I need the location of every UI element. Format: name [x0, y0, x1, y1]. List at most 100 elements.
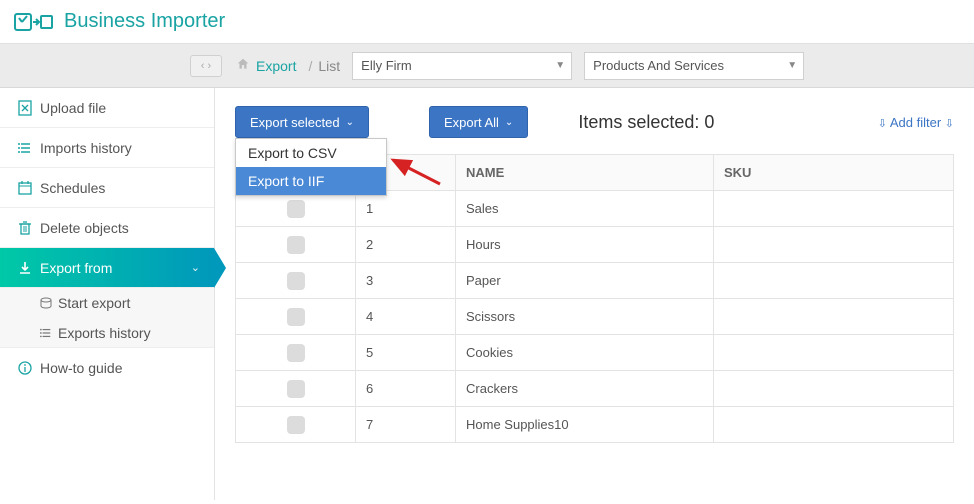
breadcrumb-export[interactable]: Export	[256, 58, 296, 74]
header-sku-cell[interactable]: SKU	[714, 155, 954, 191]
row-checkbox-cell	[236, 299, 356, 335]
sidebar-item-label: Exports history	[58, 325, 151, 341]
dropdown-item-label: Export to IIF	[248, 173, 324, 189]
row-index-cell: 2	[356, 227, 456, 263]
caret-down-icon: ⌄	[505, 117, 513, 128]
row-checkbox-cell	[236, 227, 356, 263]
row-name-cell: Crackers	[456, 371, 714, 407]
table-row[interactable]: 5Cookies	[236, 335, 954, 371]
row-name-cell: Sales	[456, 191, 714, 227]
caret-down-icon: ▼	[555, 60, 565, 71]
row-checkbox[interactable]	[287, 272, 305, 290]
add-filter-link[interactable]: ⇩ Add filter ⇩	[878, 115, 954, 130]
home-icon[interactable]	[236, 57, 250, 74]
row-checkbox[interactable]	[287, 200, 305, 218]
row-name-cell: Hours	[456, 227, 714, 263]
file-excel-icon	[14, 100, 36, 116]
type-select-value: Products And Services	[593, 58, 724, 73]
row-checkbox-cell	[236, 407, 356, 443]
row-name-cell: Cookies	[456, 335, 714, 371]
row-sku-cell	[714, 191, 954, 227]
row-checkbox-cell	[236, 335, 356, 371]
dropdown-item-csv[interactable]: Export to CSV	[236, 139, 386, 167]
history-nav-buttons[interactable]: ‹ ›	[190, 55, 222, 77]
button-label: Export selected	[250, 115, 340, 130]
chevron-down-icon: ⌄	[191, 261, 200, 274]
brand-header: Business Importer	[0, 0, 974, 44]
company-select-value: Elly Firm	[361, 58, 412, 73]
trash-icon	[14, 221, 36, 235]
list-icon	[14, 141, 36, 155]
sidebar-item-label: Upload file	[40, 100, 106, 116]
row-checkbox[interactable]	[287, 344, 305, 362]
sidebar-item-schedules[interactable]: Schedules	[0, 168, 214, 208]
row-checkbox[interactable]	[287, 416, 305, 434]
sidebar-subitem-exports-history[interactable]: Exports history	[0, 318, 214, 348]
sidebar-item-howto[interactable]: How-to guide	[0, 348, 214, 388]
top-toolbar: ‹ › Export / List Elly Firm ▼ Products A…	[0, 44, 974, 88]
layout: Upload file Imports history Schedules De…	[0, 88, 974, 500]
sidebar-item-label: Delete objects	[40, 220, 129, 236]
brand-logo	[14, 11, 54, 33]
row-sku-cell	[714, 227, 954, 263]
sidebar: Upload file Imports history Schedules De…	[0, 88, 215, 500]
table-row[interactable]: 2Hours	[236, 227, 954, 263]
export-selected-dropdown: Export to CSV Export to IIF	[235, 138, 387, 196]
breadcrumb-list: List	[318, 58, 340, 74]
row-index-cell: 4	[356, 299, 456, 335]
table-row[interactable]: 6Crackers	[236, 371, 954, 407]
row-name-cell: Paper	[456, 263, 714, 299]
caret-down-icon: ▼	[787, 60, 797, 71]
row-index-cell: 3	[356, 263, 456, 299]
items-selected-indicator: Items selected: 0	[578, 112, 714, 133]
list-icon	[40, 327, 58, 339]
sidebar-item-upload[interactable]: Upload file	[0, 88, 214, 128]
row-sku-cell	[714, 335, 954, 371]
type-select[interactable]: Products And Services ▼	[584, 52, 804, 80]
caret-down-icon: ⌄	[346, 117, 354, 128]
header-name-cell[interactable]: NAME	[456, 155, 714, 191]
sidebar-item-label: Start export	[58, 295, 130, 311]
row-checkbox[interactable]	[287, 308, 305, 326]
dropdown-item-iif[interactable]: Export to IIF	[236, 167, 386, 195]
row-name-cell: Scissors	[456, 299, 714, 335]
row-sku-cell	[714, 263, 954, 299]
row-index-cell: 7	[356, 407, 456, 443]
main-content: Export selected ⌄ Export to CSV Export t…	[215, 88, 974, 500]
row-index-cell: 6	[356, 371, 456, 407]
row-index-cell: 5	[356, 335, 456, 371]
row-name-cell: Home Supplies10	[456, 407, 714, 443]
toolbar: Export selected ⌄ Export to CSV Export t…	[235, 106, 954, 138]
row-checkbox-cell	[236, 263, 356, 299]
items-selected-count: 0	[704, 112, 714, 132]
row-sku-cell	[714, 407, 954, 443]
sidebar-subitem-start-export[interactable]: Start export	[0, 288, 214, 318]
row-checkbox-cell	[236, 371, 356, 407]
sidebar-item-export-from[interactable]: Export from ⌄	[0, 248, 214, 288]
calendar-icon	[14, 181, 36, 195]
items-selected-label: Items selected:	[578, 112, 699, 132]
download-icon	[14, 261, 36, 275]
sidebar-item-label: Imports history	[40, 140, 132, 156]
sidebar-item-label: How-to guide	[40, 360, 123, 376]
row-checkbox[interactable]	[287, 380, 305, 398]
table-row[interactable]: 3Paper	[236, 263, 954, 299]
row-sku-cell	[714, 371, 954, 407]
table-row[interactable]: 4Scissors	[236, 299, 954, 335]
breadcrumb-separator: /	[308, 58, 312, 74]
dropdown-item-label: Export to CSV	[248, 145, 337, 161]
row-checkbox[interactable]	[287, 236, 305, 254]
add-filter-label: Add filter	[890, 115, 941, 130]
arrow-down-icon: ⇩	[878, 118, 887, 130]
company-select[interactable]: Elly Firm ▼	[352, 52, 572, 80]
info-icon	[14, 361, 36, 375]
sidebar-item-label: Export from	[40, 260, 112, 276]
items-table: NAME SKU 1Sales2Hours3Paper4Scissors5Coo…	[235, 154, 954, 443]
export-selected-button[interactable]: Export selected ⌄	[235, 106, 369, 138]
arrow-down-icon: ⇩	[945, 118, 954, 130]
table-row[interactable]: 7Home Supplies10	[236, 407, 954, 443]
sidebar-item-imports-history[interactable]: Imports history	[0, 128, 214, 168]
sidebar-item-delete-objects[interactable]: Delete objects	[0, 208, 214, 248]
database-icon	[40, 297, 58, 309]
brand-title: Business Importer	[64, 10, 225, 33]
